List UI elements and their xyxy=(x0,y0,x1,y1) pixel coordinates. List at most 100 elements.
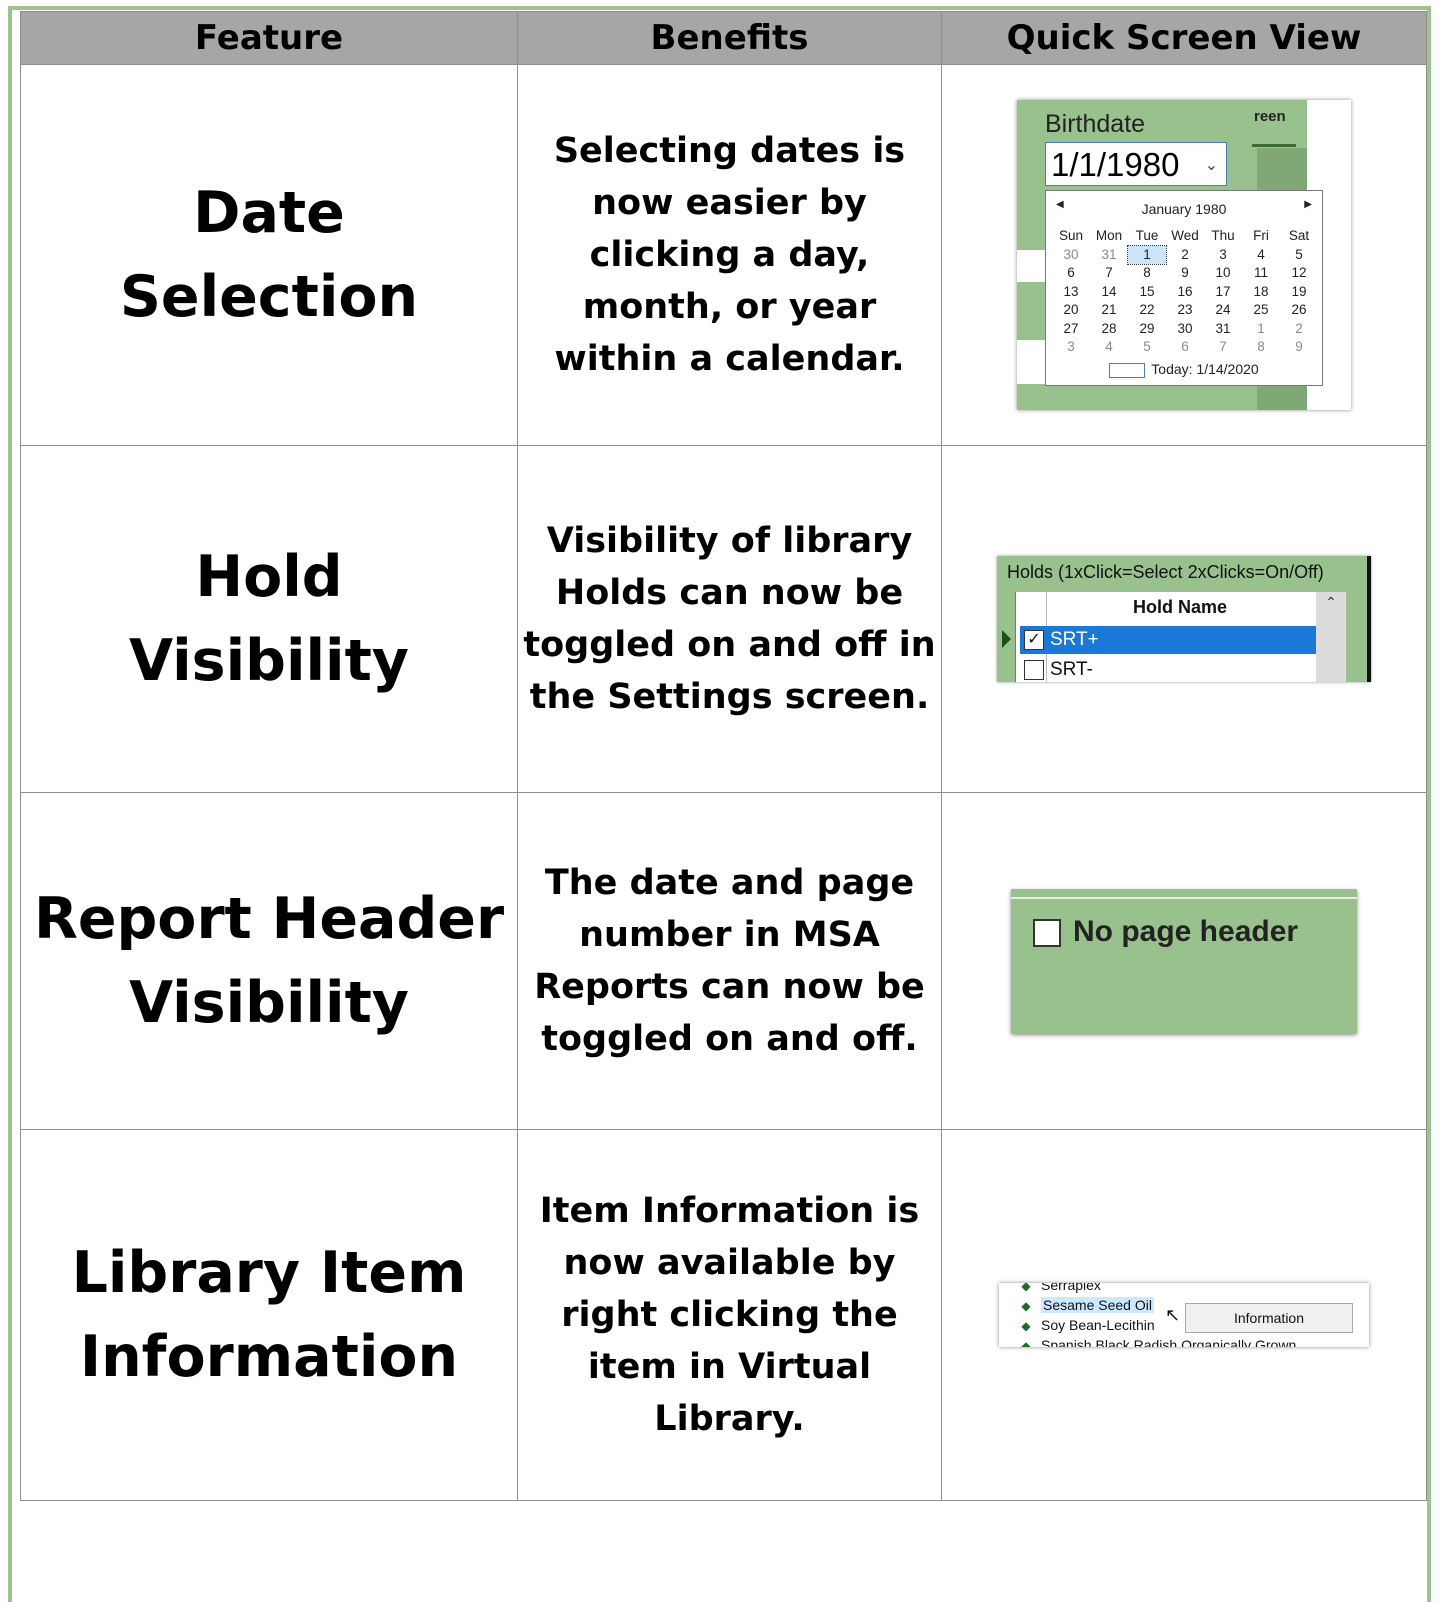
feature-name-line: Visibility xyxy=(129,628,409,694)
feature-name-line: Hold xyxy=(195,544,343,610)
calendar-day[interactable]: 6 xyxy=(1166,338,1204,357)
calendar-day[interactable]: 7 xyxy=(1204,338,1242,357)
calendar-day[interactable]: 30 xyxy=(1052,246,1090,265)
calendar-day[interactable]: 4 xyxy=(1090,338,1128,357)
divider xyxy=(1252,144,1296,147)
holds-list: Hold Name ✓ SRT+ SRT- ⌃ xyxy=(1002,592,1346,682)
calendar-day[interactable]: 31 xyxy=(1204,320,1242,339)
feature-name: Library Item Information xyxy=(20,1129,518,1501)
feature-name-line: Selection xyxy=(119,264,419,330)
calendar-day[interactable]: 26 xyxy=(1280,301,1318,320)
feature-name: Report Header Visibility xyxy=(20,792,518,1130)
tree-item-selected[interactable]: ◆ Sesame Seed Oil xyxy=(1019,1297,1154,1313)
chevron-down-icon[interactable]: ⌄ xyxy=(1205,155,1218,175)
bottle-icon: ◆ xyxy=(1021,1299,1031,1313)
calendar-day[interactable]: 19 xyxy=(1280,283,1318,302)
birthdate-input[interactable]: 1/1/1980 ⌄ xyxy=(1045,142,1227,186)
calendar-week: 13 14 15 16 17 18 19 xyxy=(1052,283,1318,302)
hold-row-selected[interactable]: ✓ SRT+ xyxy=(1020,626,1316,654)
screenshot-date-picker: reen Birthdate 1/1/1980 ⌄ ◀ January 1980… xyxy=(941,64,1427,446)
chevron-up-icon[interactable]: ⌃ xyxy=(1316,594,1346,611)
birthdate-label: Birthdate xyxy=(1045,110,1146,138)
tree-item[interactable]: ◆ Serraplex xyxy=(1019,1283,1101,1293)
calendar-day[interactable]: 31 xyxy=(1090,246,1128,265)
calendar-day[interactable]: 30 xyxy=(1166,320,1204,339)
benefit-text: The date and page number in MSA Reports … xyxy=(517,792,942,1130)
holds-panel: Holds (1xClick=Select 2xClicks=On/Off) H… xyxy=(997,556,1371,682)
calendar-day[interactable]: 9 xyxy=(1280,338,1318,357)
calendar-day[interactable]: 17 xyxy=(1204,283,1242,302)
partial-field xyxy=(1017,340,1047,384)
weekday-label: Sat xyxy=(1288,228,1310,243)
calendar-day[interactable]: 4 xyxy=(1242,246,1280,265)
today-link[interactable]: Today: 1/14/2020 xyxy=(1046,361,1322,378)
calendar-day[interactable]: 27 xyxy=(1052,320,1090,339)
screenshot-library: ◆ Serraplex ◆ Sesame Seed Oil ◆ Soy Bean-Le… xyxy=(941,1129,1427,1501)
calendar-day[interactable]: 18 xyxy=(1242,283,1280,302)
table-row: Report Header Visibility The date and pa… xyxy=(20,792,1427,1130)
holds-title: Holds (1xClick=Select 2xClicks=On/Off) xyxy=(1007,562,1324,582)
calendar-day[interactable]: 9 xyxy=(1166,264,1204,283)
screenshot-report-header: No page header xyxy=(941,792,1427,1130)
feature-table: Feature Benefits Quick Screen View Date … xyxy=(20,11,1427,1501)
weekday-label: Sun xyxy=(1058,228,1084,243)
calendar-day[interactable]: 15 xyxy=(1128,283,1166,302)
context-menu-information[interactable]: Information xyxy=(1185,1303,1353,1333)
no-page-header-label[interactable]: No page header xyxy=(1073,915,1298,949)
calendar-day[interactable]: 22 xyxy=(1128,301,1166,320)
benefit-text: Selecting dates is now easier by clickin… xyxy=(517,64,942,446)
calendar-day[interactable]: 20 xyxy=(1052,301,1090,320)
weekday-label: Wed xyxy=(1171,228,1199,243)
calendar-day[interactable]: 5 xyxy=(1280,246,1318,265)
calendar-day[interactable]: 11 xyxy=(1242,264,1280,283)
calendar-week: 6 7 8 9 10 11 12 xyxy=(1052,264,1318,283)
weekday-label: Mon xyxy=(1095,228,1123,243)
calendar-day[interactable]: 8 xyxy=(1242,338,1280,357)
calendar-day[interactable]: 24 xyxy=(1204,301,1242,320)
partial-label: reen xyxy=(1254,108,1286,125)
next-month-icon[interactable]: ▶ xyxy=(1304,199,1312,210)
table-row: Hold Visibility Visibility of library Ho… xyxy=(20,445,1427,793)
tree-item[interactable]: ◆ Spanish Black Radish Organically Grown xyxy=(1019,1337,1296,1347)
hold-name-header[interactable]: Hold Name xyxy=(1046,592,1310,622)
tree-item[interactable]: ◆ Soy Bean-Lecithin xyxy=(1019,1317,1154,1333)
row-pointer-icon xyxy=(1002,630,1011,648)
calendar-day[interactable]: 16 xyxy=(1166,283,1204,302)
calendar-day[interactable]: 8 xyxy=(1128,264,1166,283)
calendar-day[interactable]: 29 xyxy=(1128,320,1166,339)
calendar-day[interactable]: 2 xyxy=(1280,320,1318,339)
scrollbar[interactable]: ⌃ xyxy=(1316,592,1346,682)
calendar-day[interactable]: 3 xyxy=(1204,246,1242,265)
checkbox-checked-icon[interactable]: ✓ xyxy=(1024,630,1044,650)
bottle-icon: ◆ xyxy=(1021,1319,1031,1333)
calendar-week: 20 21 22 23 24 25 26 xyxy=(1052,301,1318,320)
calendar-day[interactable]: 13 xyxy=(1052,283,1090,302)
today-label: Today: 1/14/2020 xyxy=(1151,361,1259,377)
calendar-day[interactable]: 1 xyxy=(1242,320,1280,339)
hold-name: SRT- xyxy=(1050,659,1093,680)
checkbox-unchecked-icon[interactable] xyxy=(1024,660,1044,680)
no-page-header-checkbox[interactable] xyxy=(1033,919,1061,947)
calendar-dropdown[interactable]: ◀ January 1980 ▶ Sun Mon Tue Wed Thu Fri xyxy=(1045,190,1323,386)
calendar-day[interactable]: 28 xyxy=(1090,320,1128,339)
benefit-text: Item Information is now available by rig… xyxy=(517,1129,942,1501)
calendar-day[interactable]: 10 xyxy=(1204,264,1242,283)
calendar-day[interactable]: 7 xyxy=(1090,264,1128,283)
weekday-row: Sun Mon Tue Wed Thu Fri Sat xyxy=(1052,227,1318,246)
hold-row[interactable]: SRT- xyxy=(1020,656,1316,682)
calendar-day[interactable]: 14 xyxy=(1090,283,1128,302)
calendar-day[interactable]: 23 xyxy=(1166,301,1204,320)
feature-name: Date Selection xyxy=(20,64,518,446)
calendar-day[interactable]: 12 xyxy=(1280,264,1318,283)
hold-name: SRT+ xyxy=(1050,629,1099,650)
calendar-day[interactable]: 2 xyxy=(1166,246,1204,265)
month-title[interactable]: January 1980 xyxy=(1046,201,1322,217)
mouse-cursor-icon: ↖ xyxy=(1165,1305,1181,1325)
calendar-day-selected[interactable]: 1 xyxy=(1127,244,1167,265)
calendar-day[interactable]: 21 xyxy=(1090,301,1128,320)
calendar-day[interactable]: 25 xyxy=(1242,301,1280,320)
calendar-day[interactable]: 6 xyxy=(1052,264,1090,283)
calendar-day[interactable]: 3 xyxy=(1052,338,1090,357)
calendar-day[interactable]: 5 xyxy=(1128,338,1166,357)
bottle-icon: ◆ xyxy=(1021,1283,1031,1293)
